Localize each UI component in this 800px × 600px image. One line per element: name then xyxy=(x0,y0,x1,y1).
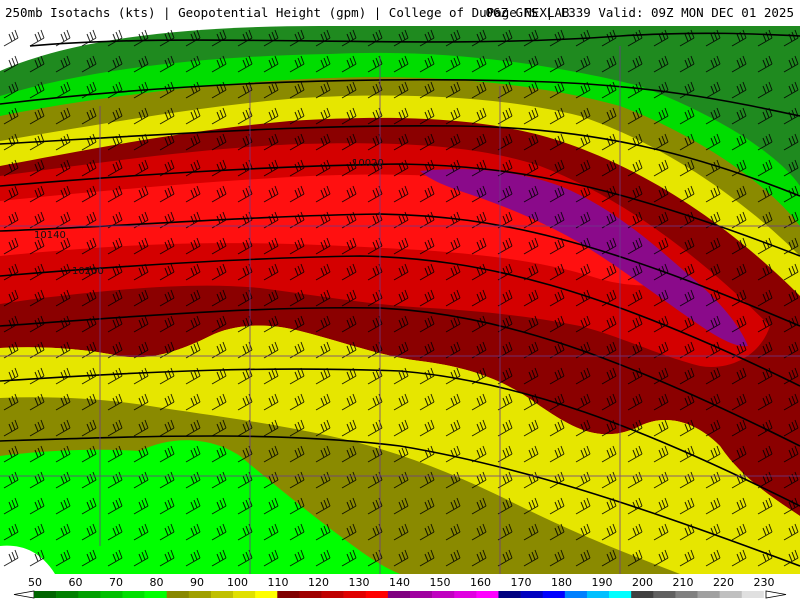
legend-swatch xyxy=(365,591,389,598)
legend-swatch xyxy=(343,591,367,598)
legend-swatch xyxy=(277,591,300,598)
legend-swatch xyxy=(410,591,433,598)
legend-tick-170: 170 xyxy=(511,576,532,589)
legend-swatch xyxy=(432,591,455,598)
legend-swatch xyxy=(498,591,521,598)
legend-tick-70: 70 xyxy=(109,576,123,589)
contour-label-10200: 10200 xyxy=(72,266,104,277)
legend-swatch xyxy=(564,591,588,598)
legend-swatch xyxy=(255,591,278,598)
legend-tick-180: 180 xyxy=(551,576,572,589)
legend-swatch xyxy=(741,591,765,598)
legend-swatch xyxy=(387,591,411,598)
legend-arrow-left xyxy=(13,590,35,599)
legend-tick-110: 110 xyxy=(268,576,289,589)
legend-swatch xyxy=(188,591,212,598)
isotach-map: 10020 10140 10200 xyxy=(0,26,800,574)
legend-swatch xyxy=(631,591,654,598)
legend-tick-90: 90 xyxy=(190,576,204,589)
legend-swatch xyxy=(210,591,234,598)
legend-swatch xyxy=(542,591,566,598)
legend-swatch xyxy=(476,591,499,598)
legend-tick-200: 200 xyxy=(632,576,653,589)
wind-barbs xyxy=(0,26,800,574)
legend-tick-220: 220 xyxy=(713,576,734,589)
legend-swatch xyxy=(299,591,322,598)
contour-label-10140: 10140 xyxy=(34,230,66,241)
legend-swatch xyxy=(78,591,101,598)
legend-swatches xyxy=(13,590,787,599)
legend-swatch xyxy=(719,591,743,598)
legend-swatch xyxy=(653,591,676,598)
legend-swatch xyxy=(34,591,57,598)
legend-swatch xyxy=(233,591,256,598)
legend-tick-160: 160 xyxy=(470,576,491,589)
legend-swatch xyxy=(520,591,544,598)
legend-swatch xyxy=(586,591,610,598)
legend-tick-100: 100 xyxy=(227,576,248,589)
legend-tick-190: 190 xyxy=(592,576,613,589)
legend-tick-150: 150 xyxy=(430,576,451,589)
legend-swatch xyxy=(56,591,79,598)
legend-swatch xyxy=(166,591,190,598)
legend-tick-130: 130 xyxy=(349,576,370,589)
legend-tick-80: 80 xyxy=(150,576,164,589)
legend-tick-210: 210 xyxy=(673,576,694,589)
legend-tick-120: 120 xyxy=(308,576,329,589)
legend-swatch xyxy=(454,591,477,598)
legend-swatch xyxy=(144,591,168,598)
legend-tick-50: 50 xyxy=(28,576,42,589)
contour-label-10020: 10020 xyxy=(352,158,384,169)
legend-swatch xyxy=(321,591,344,598)
legend-swatch xyxy=(100,591,123,598)
legend-tick-230: 230 xyxy=(754,576,775,589)
legend-swatch xyxy=(697,591,720,598)
title-bar: 250mb Isotachs (kts) | Geopotential Heig… xyxy=(0,0,800,26)
legend-labels: 50 60 70 80 90 100 110 120 130 140 150 160 170 180 190… xyxy=(28,576,775,589)
legend-swatch xyxy=(609,591,632,598)
color-scale-legend: 50 60 70 80 90 100 110 120 130 140 150 160 170 180 190… xyxy=(0,574,800,600)
legend-swatch xyxy=(122,591,145,598)
legend-tick-140: 140 xyxy=(389,576,410,589)
run-valid-time: 06Z GFS | F339 Valid: 09Z MON DEC 01 202… xyxy=(485,5,794,20)
legend-tick-60: 60 xyxy=(69,576,83,589)
legend-swatch xyxy=(675,591,698,598)
